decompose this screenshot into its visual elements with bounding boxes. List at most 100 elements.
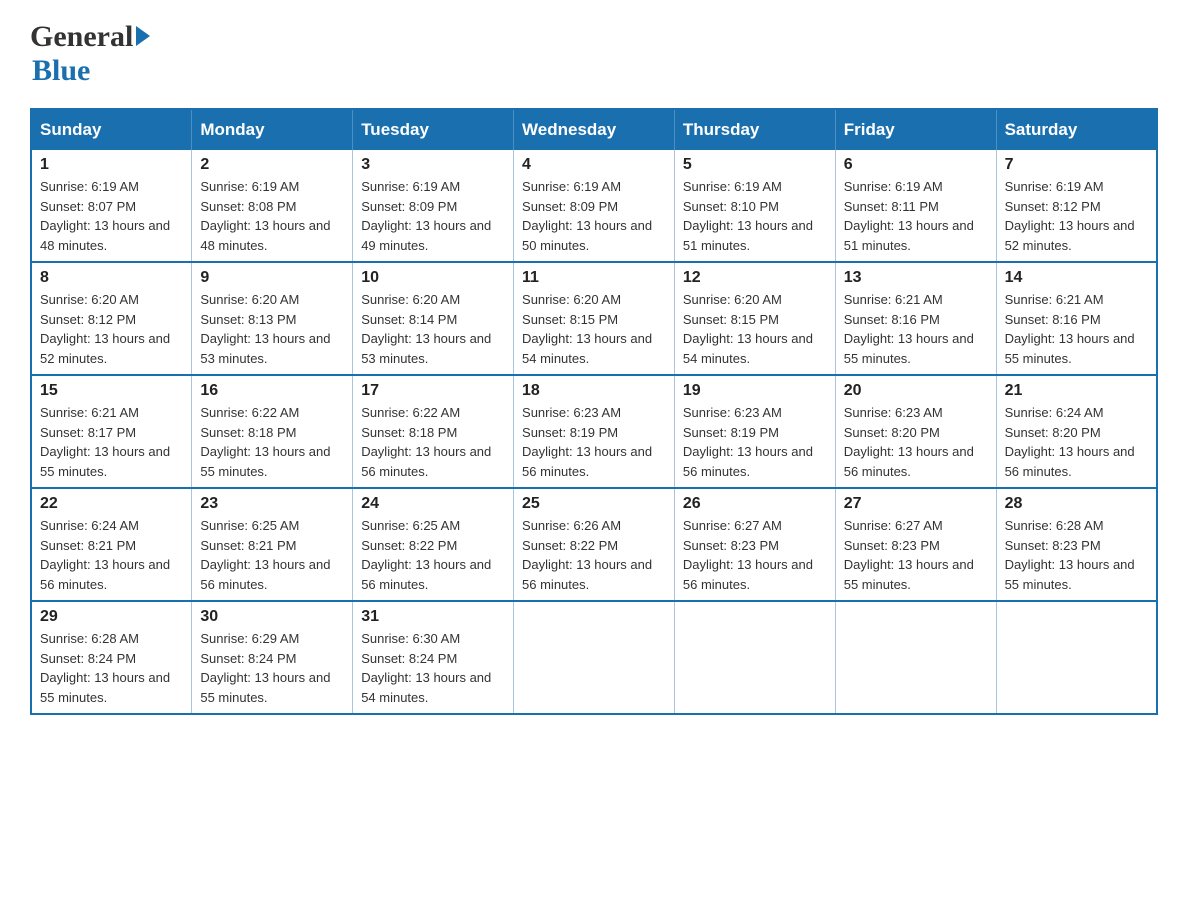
calendar-table: SundayMondayTuesdayWednesdayThursdayFrid…	[30, 108, 1158, 715]
day-info: Sunrise: 6:21 AMSunset: 8:17 PMDaylight:…	[40, 403, 183, 481]
logo: General Blue	[30, 20, 153, 88]
day-number: 19	[683, 382, 827, 400]
day-number: 28	[1005, 495, 1148, 513]
calendar-cell	[514, 601, 675, 714]
calendar-week-row: 15 Sunrise: 6:21 AMSunset: 8:17 PMDaylig…	[31, 375, 1157, 488]
calendar-cell: 17 Sunrise: 6:22 AMSunset: 8:18 PMDaylig…	[353, 375, 514, 488]
calendar-cell: 21 Sunrise: 6:24 AMSunset: 8:20 PMDaylig…	[996, 375, 1157, 488]
calendar-day-header-monday: Monday	[192, 109, 353, 150]
calendar-cell: 24 Sunrise: 6:25 AMSunset: 8:22 PMDaylig…	[353, 488, 514, 601]
day-info: Sunrise: 6:19 AMSunset: 8:09 PMDaylight:…	[361, 177, 505, 255]
day-number: 2	[200, 156, 344, 174]
day-number: 31	[361, 608, 505, 626]
day-info: Sunrise: 6:20 AMSunset: 8:15 PMDaylight:…	[683, 290, 827, 368]
day-info: Sunrise: 6:22 AMSunset: 8:18 PMDaylight:…	[200, 403, 344, 481]
calendar-week-row: 29 Sunrise: 6:28 AMSunset: 8:24 PMDaylig…	[31, 601, 1157, 714]
day-info: Sunrise: 6:19 AMSunset: 8:11 PMDaylight:…	[844, 177, 988, 255]
calendar-cell: 30 Sunrise: 6:29 AMSunset: 8:24 PMDaylig…	[192, 601, 353, 714]
day-number: 4	[522, 156, 666, 174]
day-info: Sunrise: 6:30 AMSunset: 8:24 PMDaylight:…	[361, 629, 505, 707]
day-info: Sunrise: 6:23 AMSunset: 8:20 PMDaylight:…	[844, 403, 988, 481]
calendar-cell: 31 Sunrise: 6:30 AMSunset: 8:24 PMDaylig…	[353, 601, 514, 714]
calendar-day-header-tuesday: Tuesday	[353, 109, 514, 150]
calendar-cell: 18 Sunrise: 6:23 AMSunset: 8:19 PMDaylig…	[514, 375, 675, 488]
calendar-cell: 16 Sunrise: 6:22 AMSunset: 8:18 PMDaylig…	[192, 375, 353, 488]
day-info: Sunrise: 6:21 AMSunset: 8:16 PMDaylight:…	[1005, 290, 1148, 368]
calendar-cell	[674, 601, 835, 714]
day-info: Sunrise: 6:20 AMSunset: 8:15 PMDaylight:…	[522, 290, 666, 368]
day-number: 14	[1005, 269, 1148, 287]
day-number: 29	[40, 608, 183, 626]
day-info: Sunrise: 6:27 AMSunset: 8:23 PMDaylight:…	[844, 516, 988, 594]
calendar-cell: 23 Sunrise: 6:25 AMSunset: 8:21 PMDaylig…	[192, 488, 353, 601]
day-number: 13	[844, 269, 988, 287]
calendar-cell: 25 Sunrise: 6:26 AMSunset: 8:22 PMDaylig…	[514, 488, 675, 601]
day-info: Sunrise: 6:26 AMSunset: 8:22 PMDaylight:…	[522, 516, 666, 594]
day-number: 5	[683, 156, 827, 174]
day-number: 3	[361, 156, 505, 174]
calendar-cell: 1 Sunrise: 6:19 AMSunset: 8:07 PMDayligh…	[31, 150, 192, 262]
calendar-cell: 14 Sunrise: 6:21 AMSunset: 8:16 PMDaylig…	[996, 262, 1157, 375]
calendar-header-row: SundayMondayTuesdayWednesdayThursdayFrid…	[31, 109, 1157, 150]
calendar-day-header-saturday: Saturday	[996, 109, 1157, 150]
day-info: Sunrise: 6:24 AMSunset: 8:20 PMDaylight:…	[1005, 403, 1148, 481]
calendar-cell: 8 Sunrise: 6:20 AMSunset: 8:12 PMDayligh…	[31, 262, 192, 375]
calendar-day-header-wednesday: Wednesday	[514, 109, 675, 150]
day-number: 18	[522, 382, 666, 400]
day-info: Sunrise: 6:19 AMSunset: 8:10 PMDaylight:…	[683, 177, 827, 255]
calendar-cell: 5 Sunrise: 6:19 AMSunset: 8:10 PMDayligh…	[674, 150, 835, 262]
day-info: Sunrise: 6:19 AMSunset: 8:12 PMDaylight:…	[1005, 177, 1148, 255]
calendar-cell	[835, 601, 996, 714]
day-info: Sunrise: 6:28 AMSunset: 8:23 PMDaylight:…	[1005, 516, 1148, 594]
calendar-cell: 12 Sunrise: 6:20 AMSunset: 8:15 PMDaylig…	[674, 262, 835, 375]
day-number: 21	[1005, 382, 1148, 400]
day-number: 30	[200, 608, 344, 626]
calendar-cell: 7 Sunrise: 6:19 AMSunset: 8:12 PMDayligh…	[996, 150, 1157, 262]
day-info: Sunrise: 6:27 AMSunset: 8:23 PMDaylight:…	[683, 516, 827, 594]
calendar-cell: 4 Sunrise: 6:19 AMSunset: 8:09 PMDayligh…	[514, 150, 675, 262]
day-info: Sunrise: 6:24 AMSunset: 8:21 PMDaylight:…	[40, 516, 183, 594]
day-number: 15	[40, 382, 183, 400]
day-info: Sunrise: 6:23 AMSunset: 8:19 PMDaylight:…	[683, 403, 827, 481]
day-info: Sunrise: 6:23 AMSunset: 8:19 PMDaylight:…	[522, 403, 666, 481]
calendar-cell: 22 Sunrise: 6:24 AMSunset: 8:21 PMDaylig…	[31, 488, 192, 601]
day-number: 10	[361, 269, 505, 287]
day-info: Sunrise: 6:25 AMSunset: 8:21 PMDaylight:…	[200, 516, 344, 594]
day-info: Sunrise: 6:19 AMSunset: 8:09 PMDaylight:…	[522, 177, 666, 255]
day-number: 12	[683, 269, 827, 287]
logo-general-text: General	[30, 20, 133, 54]
calendar-cell	[996, 601, 1157, 714]
day-number: 25	[522, 495, 666, 513]
day-number: 8	[40, 269, 183, 287]
day-number: 24	[361, 495, 505, 513]
day-info: Sunrise: 6:28 AMSunset: 8:24 PMDaylight:…	[40, 629, 183, 707]
day-number: 20	[844, 382, 988, 400]
calendar-cell: 27 Sunrise: 6:27 AMSunset: 8:23 PMDaylig…	[835, 488, 996, 601]
day-info: Sunrise: 6:19 AMSunset: 8:08 PMDaylight:…	[200, 177, 344, 255]
calendar-day-header-thursday: Thursday	[674, 109, 835, 150]
calendar-day-header-friday: Friday	[835, 109, 996, 150]
day-number: 23	[200, 495, 344, 513]
day-info: Sunrise: 6:20 AMSunset: 8:14 PMDaylight:…	[361, 290, 505, 368]
calendar-cell: 29 Sunrise: 6:28 AMSunset: 8:24 PMDaylig…	[31, 601, 192, 714]
calendar-week-row: 8 Sunrise: 6:20 AMSunset: 8:12 PMDayligh…	[31, 262, 1157, 375]
calendar-cell: 20 Sunrise: 6:23 AMSunset: 8:20 PMDaylig…	[835, 375, 996, 488]
calendar-cell: 28 Sunrise: 6:28 AMSunset: 8:23 PMDaylig…	[996, 488, 1157, 601]
calendar-cell: 2 Sunrise: 6:19 AMSunset: 8:08 PMDayligh…	[192, 150, 353, 262]
day-info: Sunrise: 6:21 AMSunset: 8:16 PMDaylight:…	[844, 290, 988, 368]
day-info: Sunrise: 6:22 AMSunset: 8:18 PMDaylight:…	[361, 403, 505, 481]
day-number: 7	[1005, 156, 1148, 174]
day-number: 6	[844, 156, 988, 174]
day-info: Sunrise: 6:20 AMSunset: 8:12 PMDaylight:…	[40, 290, 183, 368]
day-number: 26	[683, 495, 827, 513]
day-number: 9	[200, 269, 344, 287]
logo-blue-text: Blue	[32, 54, 90, 87]
calendar-cell: 3 Sunrise: 6:19 AMSunset: 8:09 PMDayligh…	[353, 150, 514, 262]
day-info: Sunrise: 6:25 AMSunset: 8:22 PMDaylight:…	[361, 516, 505, 594]
calendar-week-row: 22 Sunrise: 6:24 AMSunset: 8:21 PMDaylig…	[31, 488, 1157, 601]
day-number: 11	[522, 269, 666, 287]
page-header: General Blue	[30, 20, 1158, 88]
day-number: 16	[200, 382, 344, 400]
day-info: Sunrise: 6:29 AMSunset: 8:24 PMDaylight:…	[200, 629, 344, 707]
day-info: Sunrise: 6:19 AMSunset: 8:07 PMDaylight:…	[40, 177, 183, 255]
